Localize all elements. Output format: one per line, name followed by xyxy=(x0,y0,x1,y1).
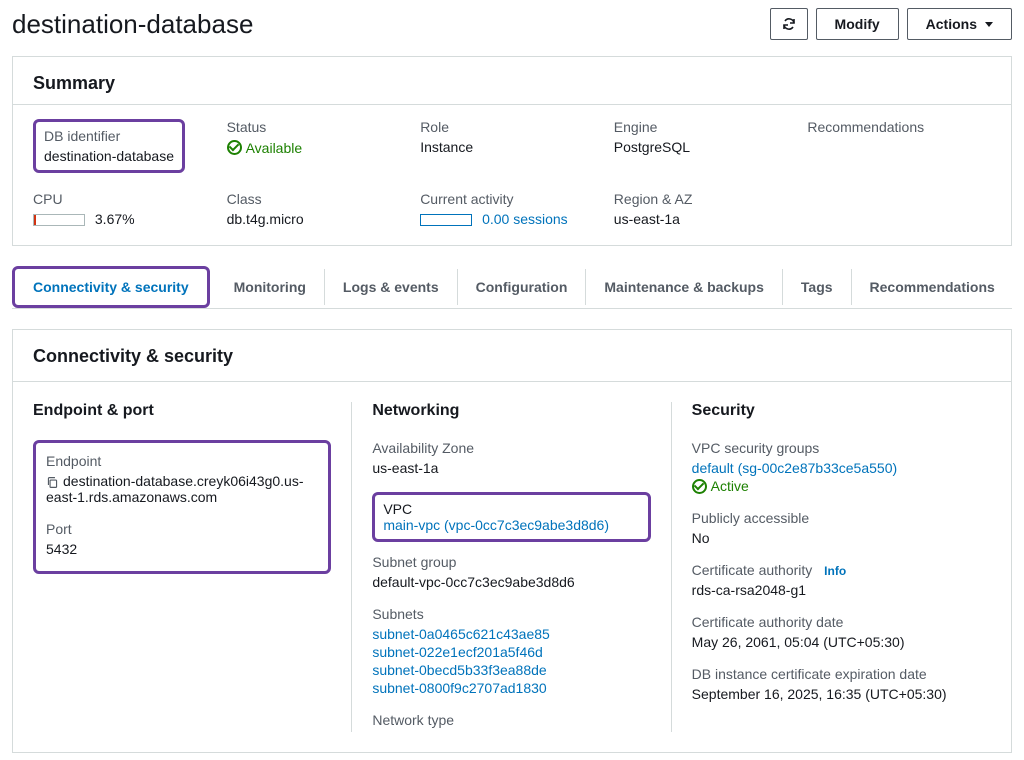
endpoint-port-title: Endpoint & port xyxy=(33,402,331,420)
vpc-link[interactable]: main-vpc (vpc-0cc7c3ec9abe3d8d6) xyxy=(383,517,639,533)
recommendations-label: Recommendations xyxy=(807,119,991,135)
vpc-sg-label: VPC security groups xyxy=(692,440,971,456)
subnet-list: subnet-0a0465c621c43ae85 subnet-022e1ecf… xyxy=(372,626,650,696)
security-title: Security xyxy=(692,402,971,420)
tab-tags[interactable]: Tags xyxy=(783,269,852,305)
endpoint-value: destination-database.creyk06i43g0.us-eas… xyxy=(46,473,318,505)
subnet-link[interactable]: subnet-0800f9c2707ad1830 xyxy=(372,680,650,696)
az-label: Availability Zone xyxy=(372,440,650,456)
security-column: Security VPC security groups default (sg… xyxy=(672,402,991,732)
cert-auth-date-label: Certificate authority date xyxy=(692,614,971,630)
vpc-sg-link[interactable]: default (sg-00c2e87b33ce5a550) xyxy=(692,460,971,476)
subnet-group-label: Subnet group xyxy=(372,554,650,570)
check-circle-icon xyxy=(692,479,707,494)
sessions-bar xyxy=(420,214,472,226)
summary-title: Summary xyxy=(13,57,1011,105)
networking-title: Networking xyxy=(372,402,650,420)
publicly-accessible-label: Publicly accessible xyxy=(692,510,971,526)
cert-auth-value: rds-ca-rsa2048-g1 xyxy=(692,582,971,598)
vpc-label: VPC xyxy=(383,501,639,517)
current-activity-label: Current activity xyxy=(420,191,604,207)
page-title: destination-database xyxy=(12,9,253,40)
endpoint-port-column: Endpoint & port Endpoint destination-dat… xyxy=(33,402,352,732)
role-label: Role xyxy=(420,119,604,135)
network-type-label: Network type xyxy=(372,712,650,728)
region-az-value: us-east-1a xyxy=(614,211,798,227)
db-identifier-value: destination-database xyxy=(44,148,174,164)
sessions-link[interactable]: 0.00 sessions xyxy=(482,211,568,227)
refresh-icon xyxy=(781,16,797,32)
subnet-link[interactable]: subnet-0a0465c621c43ae85 xyxy=(372,626,650,642)
cpu-label: CPU xyxy=(33,191,217,207)
publicly-accessible-value: No xyxy=(692,530,971,546)
db-identifier-label: DB identifier xyxy=(44,128,174,144)
db-cert-exp-label: DB instance certificate expiration date xyxy=(692,666,971,682)
az-value: us-east-1a xyxy=(372,460,650,476)
vpc-highlight: VPC main-vpc (vpc-0cc7c3ec9abe3d8d6) xyxy=(372,492,650,542)
chevron-down-icon xyxy=(985,22,993,27)
actions-button[interactable]: Actions xyxy=(907,8,1012,40)
cpu-value: 3.67% xyxy=(33,211,217,227)
subnet-link[interactable]: subnet-0becd5b33f3ea88de xyxy=(372,662,650,678)
header-actions: Modify Actions xyxy=(770,8,1012,40)
tab-connectivity-security[interactable]: Connectivity & security xyxy=(12,266,210,308)
summary-panel: Summary DB identifier destination-databa… xyxy=(12,56,1012,246)
engine-label: Engine xyxy=(614,119,798,135)
port-value: 5432 xyxy=(46,541,318,557)
refresh-button[interactable] xyxy=(770,8,808,40)
endpoint-highlight: Endpoint destination-database.creyk06i43… xyxy=(33,440,331,574)
modify-button[interactable]: Modify xyxy=(816,8,899,40)
status-value: Available xyxy=(227,140,303,156)
cpu-bar xyxy=(33,214,85,226)
tab-configuration[interactable]: Configuration xyxy=(458,269,587,305)
tab-maintenance-backups[interactable]: Maintenance & backups xyxy=(586,269,783,305)
db-identifier-highlight: DB identifier destination-database xyxy=(33,119,185,173)
tabs: Connectivity & security Monitoring Logs … xyxy=(12,266,1012,309)
endpoint-label: Endpoint xyxy=(46,453,318,469)
cert-auth-label: Certificate authority Info xyxy=(692,562,971,578)
copy-icon[interactable] xyxy=(46,476,59,489)
cert-auth-info-link[interactable]: Info xyxy=(824,564,846,578)
tab-logs-events[interactable]: Logs & events xyxy=(325,269,458,305)
connectivity-security-panel: Connectivity & security Endpoint & port … xyxy=(12,329,1012,753)
check-circle-icon xyxy=(227,140,242,155)
engine-value: PostgreSQL xyxy=(614,139,798,155)
tab-recommendations[interactable]: Recommendations xyxy=(852,269,1013,305)
tab-monitoring[interactable]: Monitoring xyxy=(216,269,325,305)
cert-auth-date-value: May 26, 2061, 05:04 (UTC+05:30) xyxy=(692,634,971,650)
actions-label: Actions xyxy=(926,16,977,32)
region-az-label: Region & AZ xyxy=(614,191,798,207)
class-label: Class xyxy=(227,191,411,207)
db-cert-exp-value: September 16, 2025, 16:35 (UTC+05:30) xyxy=(692,686,971,702)
vpc-sg-status: Active xyxy=(692,478,749,494)
networking-column: Networking Availability Zone us-east-1a … xyxy=(352,402,671,732)
current-activity-value: 0.00 sessions xyxy=(420,211,604,227)
class-value: db.t4g.micro xyxy=(227,211,411,227)
subnets-label: Subnets xyxy=(372,606,650,622)
subnet-group-value: default-vpc-0cc7c3ec9abe3d8d6 xyxy=(372,574,650,590)
role-value: Instance xyxy=(420,139,604,155)
connectivity-security-title: Connectivity & security xyxy=(13,330,1011,382)
status-label: Status xyxy=(227,119,411,135)
subnet-link[interactable]: subnet-022e1ecf201a5f46d xyxy=(372,644,650,660)
port-label: Port xyxy=(46,521,318,537)
